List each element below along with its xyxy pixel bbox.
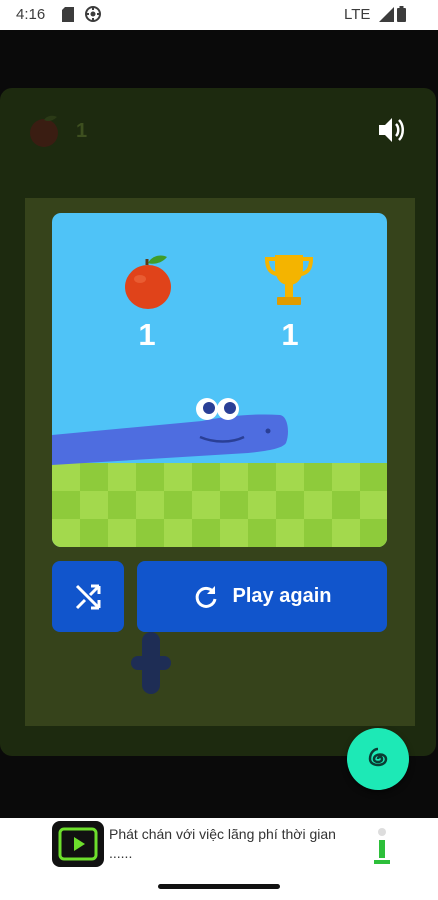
ad-download-icon[interactable]: [369, 820, 395, 868]
signal-icon: [379, 7, 394, 26]
shuffle-icon: [73, 582, 103, 617]
floating-action-button[interactable]: [347, 728, 409, 790]
play-again-button[interactable]: Play again: [137, 561, 387, 632]
home-gesture-pill[interactable]: [158, 884, 280, 889]
ad-banner[interactable]: Phát chán với việc lãng phí thời gian ..…: [0, 818, 438, 870]
shuffle-button[interactable]: [52, 561, 124, 632]
game-top-bar: 1: [0, 88, 436, 176]
sound-icon[interactable]: [376, 115, 406, 150]
checkered-grass: [52, 463, 387, 547]
ad-text[interactable]: Phát chán với việc lãng phí thời gian ..…: [109, 825, 371, 863]
result-card: 1 1: [52, 213, 387, 547]
game-board: 1 1 Play again: [25, 198, 415, 726]
status-time: 4:16: [16, 6, 46, 23]
trophy-icon: [263, 251, 315, 316]
snake-illustration: [52, 387, 292, 472]
apple-icon: [28, 114, 62, 153]
sd-card-icon: [62, 7, 74, 26]
ad-text-line2: ......: [109, 845, 133, 861]
apples-score: 1: [138, 317, 156, 352]
snake-tail-decoration: [129, 632, 173, 703]
ad-app-logo[interactable]: [52, 821, 104, 867]
apple-count: 1: [76, 120, 88, 142]
navigation-bar: [0, 870, 438, 900]
best-score: 1: [281, 317, 299, 352]
play-again-label: Play again: [232, 585, 332, 607]
ad-text-line1: Phát chán với việc lãng phí thời gian: [109, 826, 336, 842]
status-bar: 4:16 LTE: [0, 0, 438, 30]
game-panel: 1 1 1 Play again: [0, 88, 436, 756]
spiral-icon: [365, 746, 391, 777]
replay-icon: [193, 584, 219, 610]
network-type: LTE: [344, 6, 371, 23]
battery-icon: [397, 6, 406, 26]
vpn-icon: [84, 5, 102, 27]
apple-icon: [122, 251, 174, 316]
